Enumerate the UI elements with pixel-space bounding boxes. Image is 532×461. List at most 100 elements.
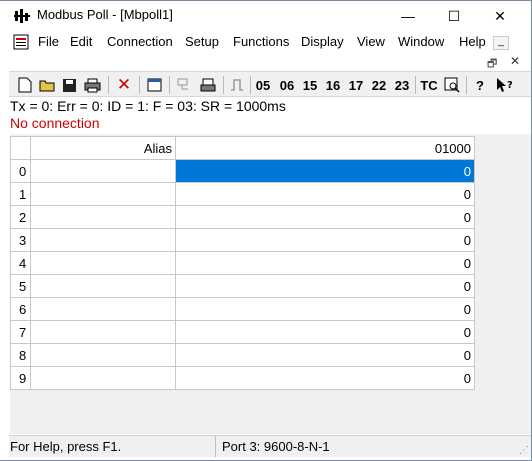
row-index[interactable]: 3 [10, 228, 31, 252]
toolbar-separator [108, 76, 109, 94]
table-row[interactable]: 70 [10, 320, 475, 344]
poll-status-summary: Tx = 0: Err = 0: ID = 1: F = 03: SR = 10… [10, 98, 286, 114]
table-row[interactable]: 60 [10, 297, 475, 321]
menu-file[interactable]: File [38, 34, 59, 49]
context-help-icon[interactable]: ? [494, 75, 516, 95]
row-index[interactable]: 6 [10, 297, 31, 321]
row-index[interactable]: 9 [10, 366, 31, 390]
table-row[interactable]: 90 [10, 366, 475, 390]
register-value-cell[interactable]: 0 [175, 205, 475, 229]
function-06-button[interactable]: 06 [277, 75, 297, 95]
register-value-cell[interactable]: 0 [175, 297, 475, 321]
open-folder-icon[interactable] [37, 75, 57, 95]
register-value-cell[interactable]: 0 [175, 182, 475, 206]
register-value-cell[interactable]: 0 [175, 320, 475, 344]
row-index[interactable]: 8 [10, 343, 31, 367]
svg-text:?: ? [507, 80, 513, 91]
table-row[interactable]: 00 [10, 159, 475, 183]
function-15-button[interactable]: 15 [300, 75, 320, 95]
toolbar-separator [169, 76, 170, 94]
register-value-cell[interactable]: 0 [175, 228, 475, 252]
connect-icon[interactable] [173, 75, 195, 95]
document-icon[interactable] [13, 34, 29, 50]
alias-cell[interactable] [30, 366, 176, 390]
single-read-icon[interactable] [227, 75, 247, 95]
menu-bar: File Edit Connection Setup Functions Dis… [0, 31, 531, 53]
menu-functions[interactable]: Functions [233, 34, 289, 49]
toolbar-separator [250, 76, 251, 94]
row-index[interactable]: 2 [10, 205, 31, 229]
traffic-monitor-button[interactable]: TC [418, 75, 440, 95]
function-22-button[interactable]: 22 [369, 75, 389, 95]
print-icon[interactable] [81, 75, 103, 95]
table-row[interactable]: 20 [10, 205, 475, 229]
alias-cell[interactable] [30, 159, 176, 183]
status-bar: For Help, press F1. Port 3: 9600-8-N-1 ⋰ [9, 435, 531, 457]
toolbar-separator [139, 76, 140, 94]
close-button[interactable]: ✕ [477, 1, 523, 31]
register-value-cell[interactable]: 0 [175, 366, 475, 390]
function-23-button[interactable]: 23 [392, 75, 412, 95]
delete-icon[interactable]: ✕ [113, 75, 135, 95]
menu-connection[interactable]: Connection [107, 34, 173, 49]
menu-help[interactable]: Help [459, 34, 486, 49]
mdi-close-button[interactable]: ✕ [510, 54, 520, 68]
register-value-cell[interactable]: 0 [175, 274, 475, 298]
row-index[interactable]: 5 [10, 274, 31, 298]
register-grid-area: Alias 01000 00102030405060708090 [10, 134, 531, 434]
alias-cell[interactable] [30, 182, 176, 206]
function-05-button[interactable]: 05 [253, 75, 273, 95]
new-file-icon[interactable] [15, 75, 35, 95]
resize-grip-icon[interactable]: ⋰ [519, 445, 529, 456]
mdi-minimize-button[interactable]: _ [493, 36, 509, 50]
register-value-cell[interactable]: 0 [175, 251, 475, 275]
menu-display[interactable]: Display [301, 34, 344, 49]
alias-cell[interactable] [30, 251, 176, 275]
row-index[interactable]: 4 [10, 251, 31, 275]
save-icon[interactable] [59, 75, 79, 95]
table-row[interactable]: 50 [10, 274, 475, 298]
table-row[interactable]: 10 [10, 182, 475, 206]
menu-edit[interactable]: Edit [70, 34, 92, 49]
address-column-header[interactable]: 01000 [175, 136, 475, 160]
toolbar: ✕ 05 06 15 16 17 22 23 TC ? ? [9, 71, 531, 97]
port-settings: Port 3: 9600-8-N-1 [215, 436, 336, 457]
toolbar-separator [223, 76, 224, 94]
maximize-button[interactable]: ☐ [431, 1, 477, 31]
alias-cell[interactable] [30, 320, 176, 344]
title-bar: Modbus Poll - [Mbpoll1] — ☐ ✕ [0, 1, 531, 31]
zoom-icon[interactable] [441, 75, 463, 95]
modbus-app-icon [14, 9, 30, 23]
function-16-button[interactable]: 16 [323, 75, 343, 95]
help-hint: For Help, press F1. [10, 439, 122, 454]
disconnect-icon[interactable] [197, 75, 219, 95]
toolbar-separator [415, 76, 416, 94]
minimize-button[interactable]: — [385, 1, 431, 31]
alias-cell[interactable] [30, 228, 176, 252]
table-row[interactable]: 80 [10, 343, 475, 367]
row-index[interactable]: 7 [10, 320, 31, 344]
register-table: Alias 01000 00102030405060708090 [10, 136, 475, 390]
table-row[interactable]: 40 [10, 251, 475, 275]
menu-view[interactable]: View [357, 34, 385, 49]
alias-cell[interactable] [30, 274, 176, 298]
table-row[interactable]: 30 [10, 228, 475, 252]
help-button[interactable]: ? [470, 75, 490, 95]
connection-status: No connection [10, 115, 100, 131]
menu-setup[interactable]: Setup [185, 34, 219, 49]
alias-cell[interactable] [30, 343, 176, 367]
window-title: Modbus Poll - [Mbpoll1] [37, 7, 173, 22]
function-17-button[interactable]: 17 [346, 75, 366, 95]
register-value-cell[interactable]: 0 [175, 343, 475, 367]
row-index[interactable]: 0 [10, 159, 31, 183]
alias-column-header[interactable]: Alias [30, 136, 176, 160]
table-header-row: Alias 01000 [10, 136, 475, 160]
toolbar-separator [466, 76, 467, 94]
menu-window[interactable]: Window [398, 34, 444, 49]
alias-cell[interactable] [30, 205, 176, 229]
corner-cell [10, 136, 31, 160]
register-value-cell[interactable]: 0 [175, 159, 475, 183]
row-index[interactable]: 1 [10, 182, 31, 206]
window-icon[interactable] [143, 75, 165, 95]
alias-cell[interactable] [30, 297, 176, 321]
